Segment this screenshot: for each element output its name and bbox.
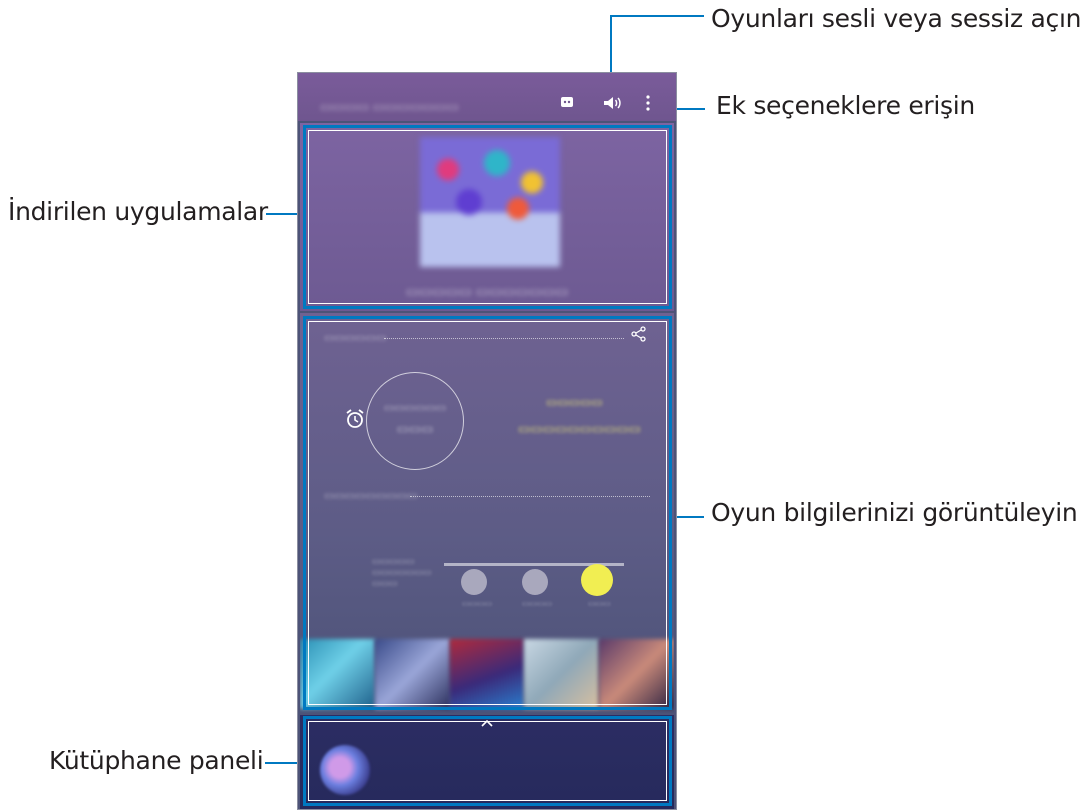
more-vertical-icon[interactable] (645, 95, 651, 116)
highlight-box-library (303, 716, 672, 806)
leader-line-sound (611, 15, 704, 17)
discord-icon[interactable] (560, 95, 574, 114)
callout-game-info: Oyun bilgilerinizi görüntüleyin (711, 498, 1078, 527)
callout-more-options: Ek seçeneklere erişin (716, 91, 975, 120)
callout-library-panel: Kütüphane paneli (49, 746, 264, 775)
top-bar-title-blurred: ▭▭▭▭ ▭▭▭▭▭▭▭ (320, 99, 459, 114)
volume-icon[interactable] (602, 95, 622, 116)
callout-sound: Oyunları sesli veya sessiz açın (711, 4, 1082, 33)
highlight-box-game-info (303, 316, 672, 710)
callout-downloaded-apps: İndirilen uygulamalar (8, 197, 268, 226)
highlight-box-downloaded-apps (303, 125, 672, 309)
top-bar: ▭▭▭▭ ▭▭▭▭▭▭▭ (298, 73, 676, 121)
